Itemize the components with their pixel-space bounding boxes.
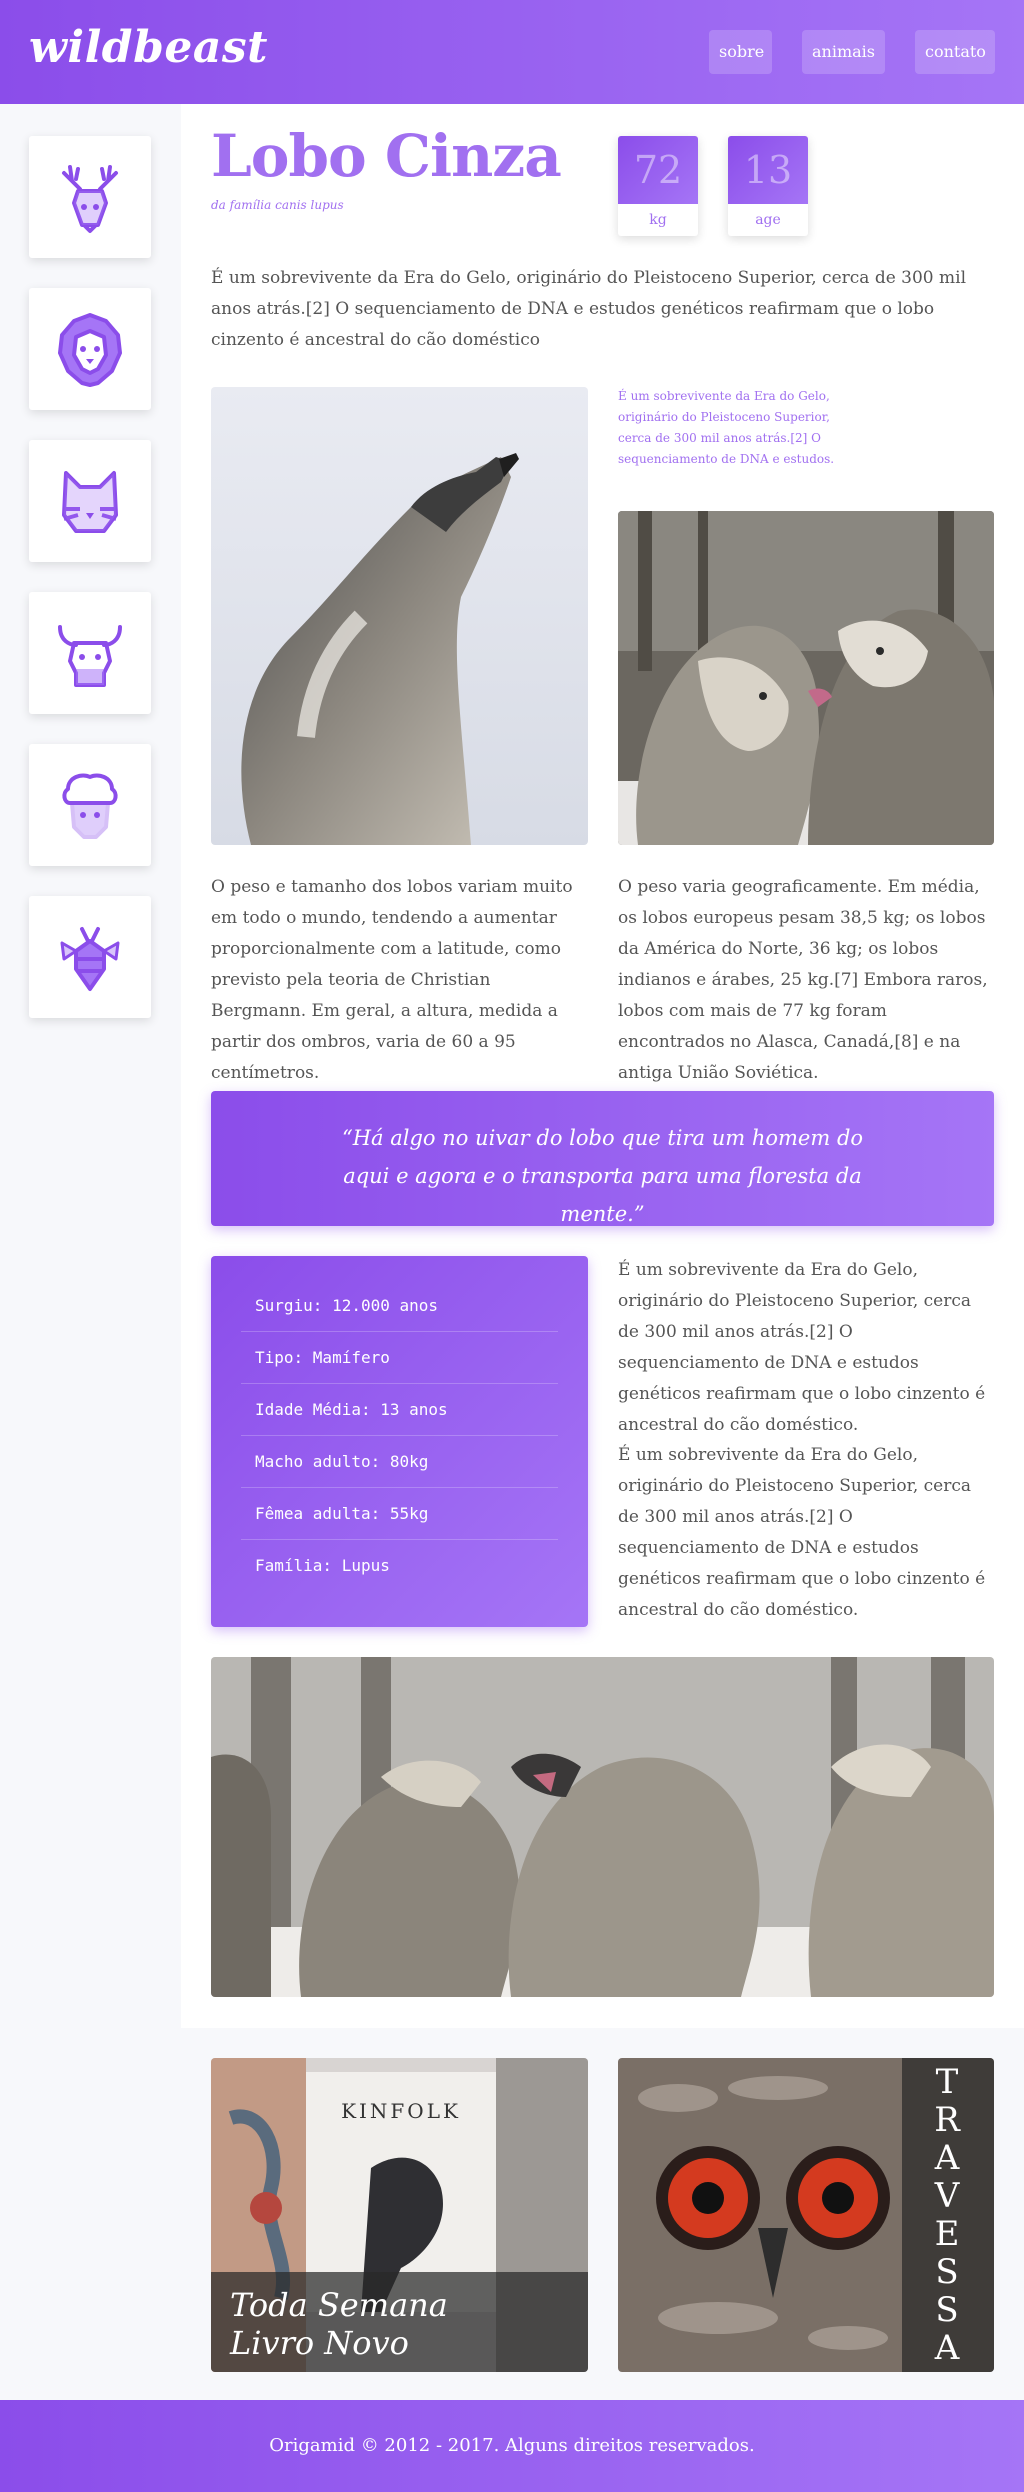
stat-age-unit: age [755,212,781,228]
stat-weight-value: 72 [618,136,698,204]
nav-contato[interactable]: contato [915,30,995,74]
howling-wolf-photo [211,387,588,845]
site-logo[interactable]: wildbeast [29,22,268,73]
owl-vertical-word: TRAVESSA [902,2058,994,2372]
facts-paragraph-1: É um sobrevivente da Era do Gelo, origin… [618,1260,986,1435]
stat-weight: 72 kg [618,136,698,236]
fact-item: Família: Lupus [255,1556,390,1575]
nav-animais[interactable]: animais [802,30,885,74]
quote-text: “Há algo no uivar do lobo que tira um ho… [341,1126,864,1226]
book-caption-line1: Toda Semana [230,2286,448,2324]
bee-icon [60,927,120,991]
deer-icon [62,165,118,233]
page-title: Lobo Cinza [211,122,562,190]
owl-word-letter: A [934,2138,962,2178]
owl-word-letter: S [935,2252,961,2292]
intro-paragraph: É um sobrevivente da Era do Gelo, origin… [211,268,967,350]
sheep-icon [62,773,118,839]
book-promo-card[interactable]: KINFOLK Toda Semana Livro Novo [211,2058,588,2372]
fact-item: Tipo: Mamífero [241,1332,558,1384]
fact-item: Surgiu: 12.000 anos [241,1280,558,1332]
wolf-pack-photo [211,1657,994,1997]
book-caption: Toda Semana Livro Novo [230,2286,448,2362]
fact-item: Idade Média: 13 anos [241,1384,558,1436]
owl-word-letter: S [935,2290,961,2330]
footer-text: Origamid © 2012 - 2017. Alguns direitos … [269,2435,755,2456]
sidebar-item-cat[interactable] [29,440,151,562]
bull-icon [58,625,122,687]
fact-item: Fêmea adulta: 55kg [241,1488,558,1540]
quote-block: “Há algo no uivar do lobo que tira um ho… [211,1091,994,1226]
nav-sobre[interactable]: sobre [709,30,772,74]
owl-promo-card[interactable]: TRAVESSA [618,2058,994,2372]
owl-word-letter: T [935,2062,961,2102]
book-brand: KINFOLK [341,2099,461,2123]
side-caption: É um sobrevivente da Era do Gelo, origin… [618,389,835,466]
site-footer: Origamid © 2012 - 2017. Alguns direitos … [0,2400,1024,2492]
site-header: wildbeast sobre animais contato [0,0,1024,104]
sidebar-item-bull[interactable] [29,592,151,714]
facts-paragraph-2: É um sobrevivente da Era do Gelo, origin… [618,1445,986,1620]
facts-card: Surgiu: 12.000 anos Tipo: Mamífero Idade… [211,1256,588,1627]
book-caption-line2: Livro Novo [230,2324,409,2362]
two-wolves-photo [618,511,994,845]
fact-item: Macho adulto: 80kg [241,1436,558,1488]
stat-age-value: 13 [728,136,808,204]
lion-icon [58,313,122,387]
sidebar-item-deer[interactable] [29,136,151,258]
owl-word-letter: A [934,2328,962,2368]
owl-word-letter: R [934,2100,962,2140]
sidebar-item-bee[interactable] [29,896,151,1018]
owl-word-letter: V [934,2176,962,2216]
cat-icon [62,471,118,533]
weight-paragraph: O peso varia geograficamente. Em média, … [618,877,988,1083]
sidebar-item-lion[interactable] [29,288,151,410]
page-subtitle: da família canis lupus [211,198,344,212]
stat-age: 13 age [728,136,808,236]
stat-weight-unit: kg [649,212,667,228]
sidebar-item-sheep[interactable] [29,744,151,866]
owl-word-letter: E [934,2214,962,2254]
size-paragraph: O peso e tamanho dos lobos variam muito … [211,877,573,1083]
